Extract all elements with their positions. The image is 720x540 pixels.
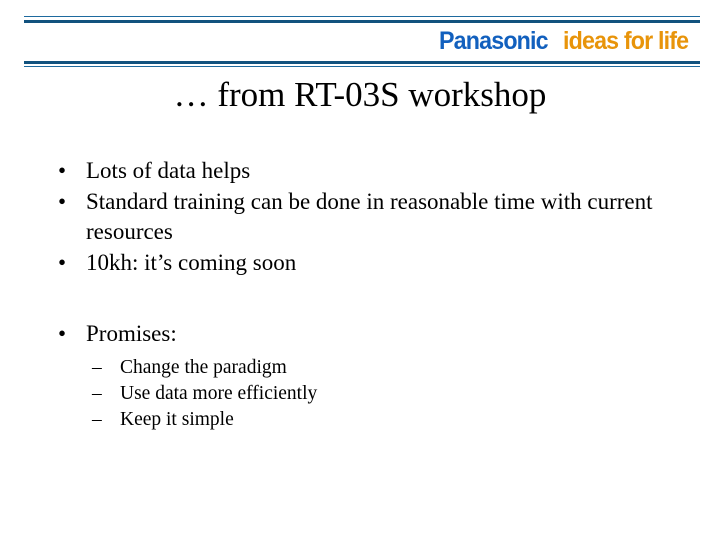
slide-canvas: Panasonic ideas for life … from RT-03S w… — [0, 0, 720, 540]
logo-tagline-text: ideas for life — [563, 27, 689, 55]
bullet-text: Lots of data helps — [86, 158, 251, 183]
slide-title: … from RT-03S workshop — [173, 75, 547, 114]
bullet-item: • Promises: — [52, 319, 672, 349]
bullet-text: Standard training can be done in reasona… — [86, 189, 653, 244]
bullet-item: • 10kh: it’s coming soon — [52, 248, 672, 278]
header-rule-top-thick — [24, 20, 700, 23]
sub-bullet-text: Change the paradigm — [120, 357, 287, 378]
sub-bullet-text: Use data more efficiently — [120, 383, 318, 404]
bullet-text: Promises: — [86, 321, 177, 346]
sub-bullet-marker-icon: – — [92, 383, 102, 404]
slide-header: Panasonic ideas for life — [0, 0, 720, 70]
sub-bullet-marker-icon: – — [92, 357, 102, 378]
bullet-marker-icon: • — [58, 321, 67, 346]
sub-bullet-item: – Keep it simple — [52, 407, 672, 433]
logo-brand-text: Panasonic — [439, 27, 549, 55]
sub-bullet-item: – Use data more efficiently — [52, 381, 672, 407]
bullet-item: • Lots of data helps — [52, 156, 672, 186]
bullet-marker-icon: • — [58, 189, 67, 214]
header-rule-top — [24, 16, 700, 23]
bullet-marker-icon: • — [58, 250, 67, 275]
header-rule-bottom-thin — [24, 66, 700, 67]
slide-body: • Lots of data helps • Standard training… — [52, 156, 672, 433]
sub-bullet-text: Keep it simple — [120, 409, 234, 430]
bullet-marker-icon: • — [58, 158, 67, 183]
header-rule-bottom — [24, 61, 700, 67]
bullet-item: • Standard training can be done in reaso… — [52, 187, 672, 247]
panasonic-logo: Panasonic ideas for life — [439, 27, 698, 55]
sub-bullet-marker-icon: – — [92, 409, 102, 430]
sub-bullet-item: – Change the paradigm — [52, 355, 672, 381]
bullet-text: 10kh: it’s coming soon — [86, 250, 297, 275]
